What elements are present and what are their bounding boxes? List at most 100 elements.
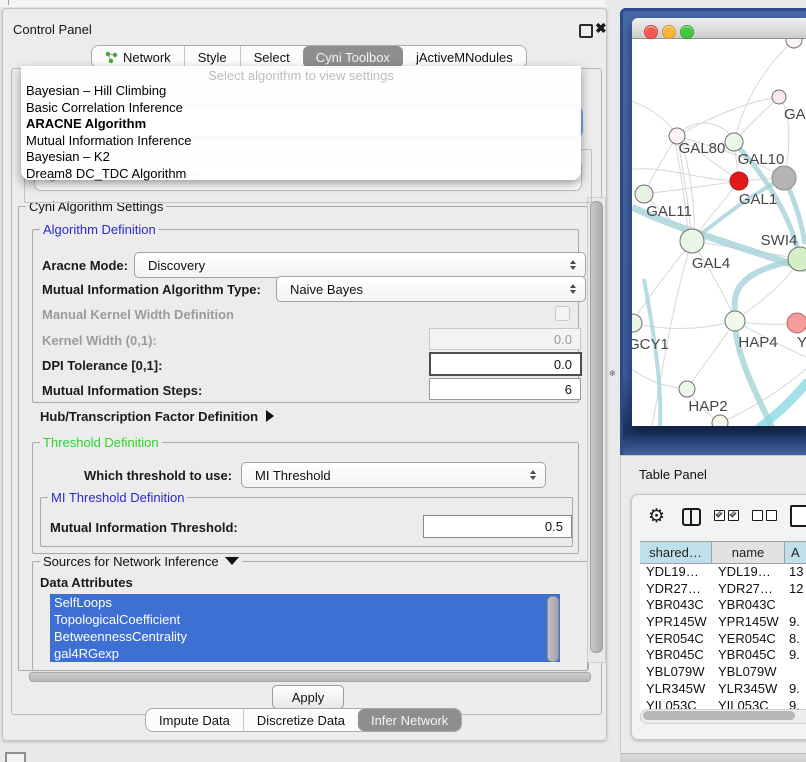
- algorithm-dropdown-list: Bayesian – Hill ClimbingBasic Correlatio…: [21, 83, 581, 183]
- table-row[interactable]: YPR145WYPR145W9.: [640, 614, 806, 631]
- column-header[interactable]: A: [785, 542, 806, 563]
- network-edge[interactable]: [677, 97, 779, 136]
- attributes-list-scrollbar[interactable]: [547, 596, 559, 662]
- table-row[interactable]: YBR045CYBR045C9.: [640, 647, 806, 664]
- network-graph: GALGAL80GAL10GAL1GAL11GAL4SWI4GCY1HAP4YH…: [632, 39, 806, 426]
- network-window-frame: GALGAL80GAL10GAL1GAL11GAL4SWI4GCY1HAP4YH…: [620, 8, 806, 455]
- network-node-GAL4[interactable]: [680, 229, 704, 253]
- tab-impute-data[interactable]: Impute Data: [146, 709, 243, 731]
- apply-button[interactable]: Apply: [272, 685, 344, 709]
- tab-jactivemnodules[interactable]: jActiveMNodules: [403, 46, 526, 68]
- gear-icon[interactable]: ⚙: [648, 505, 665, 528]
- tab-network[interactable]: Network: [92, 46, 184, 68]
- dropdown-hint: Select algorithm to view settings: [21, 66, 581, 83]
- bottom-left-icon[interactable]: [5, 752, 26, 762]
- tab-style[interactable]: Style: [184, 46, 240, 68]
- mi-type-combo[interactable]: Naive Bayes: [276, 276, 586, 302]
- table-cell: YBR043C: [640, 597, 712, 614]
- settings-vscrollbar[interactable]: [587, 197, 606, 663]
- manual-kernel-checkbox[interactable]: [555, 306, 570, 321]
- table-hscrollbar[interactable]: [640, 709, 806, 724]
- network-edge[interactable]: [734, 40, 794, 142]
- table-row[interactable]: YDR27…YDR27…12: [640, 581, 806, 598]
- mi-threshold-value: 0.5: [545, 519, 563, 534]
- float-window-icon[interactable]: [579, 24, 593, 38]
- network-node-GAL10[interactable]: [725, 133, 743, 151]
- aracne-mode-combo[interactable]: Discovery: [134, 252, 586, 278]
- which-threshold-combo[interactable]: MI Threshold: [241, 462, 546, 488]
- network-node-GAL1[interactable]: [730, 172, 748, 190]
- table-row[interactable]: YER054CYER054C8.: [640, 631, 806, 648]
- network-canvas[interactable]: GALGAL80GAL10GAL1GAL11GAL4SWI4GCY1HAP4YH…: [632, 39, 806, 426]
- table-cell: YDL19…: [640, 564, 712, 581]
- network-edge[interactable]: [644, 136, 677, 194]
- sources-legend[interactable]: Sources for Network Inference: [40, 554, 242, 569]
- mi-steps-label: Mutual Information Steps:: [42, 383, 202, 398]
- network-edge[interactable]: [632, 101, 677, 136]
- aracne-mode-label: Aracne Mode:: [42, 258, 128, 273]
- network-node-node-bottom[interactable]: [712, 415, 728, 426]
- algorithm-option[interactable]: Bayesian – K2: [21, 149, 581, 166]
- top-strip: [0, 0, 606, 7]
- node-label-GAL11: GAL11: [646, 203, 692, 220]
- network-edge[interactable]: [633, 241, 692, 323]
- algorithm-option[interactable]: Dream8 DC_TDC Algorithm: [21, 166, 581, 183]
- tab-select[interactable]: Select: [240, 46, 303, 68]
- network-edge[interactable]: [632, 169, 739, 181]
- aracne-mode-value: Discovery: [148, 258, 205, 273]
- mi-threshold-field[interactable]: 0.5: [423, 515, 572, 538]
- network-node-gray-node[interactable]: [772, 166, 796, 190]
- network-node-GCY1[interactable]: [632, 314, 642, 332]
- network-node-GAL-top[interactable]: [772, 90, 786, 104]
- network-node-node-top[interactable]: [786, 39, 802, 48]
- checked-box-icon[interactable]: [728, 510, 739, 521]
- algorithm-option[interactable]: Mutual Information Inference: [21, 133, 581, 150]
- network-node-HAP2[interactable]: [679, 381, 695, 397]
- attribute-item[interactable]: BetweennessCentrality: [50, 628, 560, 645]
- column-header[interactable]: name: [712, 542, 785, 563]
- table-row[interactable]: YLR345WYLR345W9.: [640, 681, 806, 698]
- table-cell: YBR045C: [640, 647, 712, 664]
- collapse-down-icon: [225, 557, 239, 565]
- unchecked-box-icon[interactable]: [752, 510, 763, 521]
- screen: Control Panel ✖ NetworkStyleSelectCyni T…: [0, 0, 806, 762]
- minimize-traffic-icon[interactable]: [662, 25, 676, 39]
- network-edge[interactable]: [633, 321, 735, 328]
- tab-discretize-data[interactable]: Discretize Data: [243, 709, 358, 731]
- dpi-tolerance-field[interactable]: 0.0: [429, 352, 582, 376]
- data-attributes-list[interactable]: SelfLoopsTopologicalCoefficientBetweenne…: [50, 594, 560, 662]
- kernel-width-field[interactable]: 0.0: [429, 328, 581, 350]
- mi-steps-field[interactable]: 6: [429, 378, 581, 400]
- tab-cyni-toolbox[interactable]: Cyni Toolbox: [303, 46, 403, 68]
- algorithm-option[interactable]: ARACNE Algorithm: [21, 116, 581, 133]
- attribute-item[interactable]: TopologicalCoefficient: [50, 611, 560, 628]
- split-columns-icon[interactable]: [682, 508, 701, 526]
- hub-definition-toggle[interactable]: Hub/Transcription Factor Definition: [40, 409, 274, 424]
- bottom-tab-bar: Impute DataDiscretize DataInfer Network: [145, 708, 462, 732]
- settings-hscrollbar[interactable]: [28, 671, 592, 681]
- table-row[interactable]: YDL19…YDL19…13: [640, 564, 806, 581]
- attribute-item[interactable]: gal4RGexp: [50, 645, 560, 662]
- unchecked-box-icon[interactable]: [766, 510, 777, 521]
- network-node-GAL11[interactable]: [635, 185, 653, 203]
- network-edge[interactable]: [687, 321, 735, 389]
- network-window-titlebar[interactable]: [632, 18, 806, 39]
- network-node-Y-node[interactable]: [787, 313, 806, 333]
- attribute-item[interactable]: SelfLoops: [50, 594, 560, 611]
- zoom-traffic-icon[interactable]: [680, 25, 694, 39]
- network-edge[interactable]: [692, 241, 735, 321]
- close-traffic-icon[interactable]: [644, 25, 658, 39]
- table-row[interactable]: YBL079WYBL079W: [640, 664, 806, 681]
- mi-type-value: Naive Bayes: [290, 282, 363, 297]
- network-node-HAP4[interactable]: [725, 311, 745, 331]
- tab-infer-network[interactable]: Infer Network: [358, 709, 461, 731]
- table-cell: 9.: [785, 647, 806, 664]
- close-icon[interactable]: ✖: [595, 20, 607, 37]
- table-row[interactable]: YBR043CYBR043C: [640, 597, 806, 614]
- algorithm-option[interactable]: Bayesian – Hill Climbing: [21, 83, 581, 100]
- column-header[interactable]: shared…: [640, 542, 712, 563]
- algorithm-option[interactable]: Basic Correlation Inference: [21, 100, 581, 117]
- checked-box-icon[interactable]: [714, 510, 725, 521]
- table-cell: YBR043C: [712, 597, 785, 614]
- table-mode-icon[interactable]: [790, 505, 806, 527]
